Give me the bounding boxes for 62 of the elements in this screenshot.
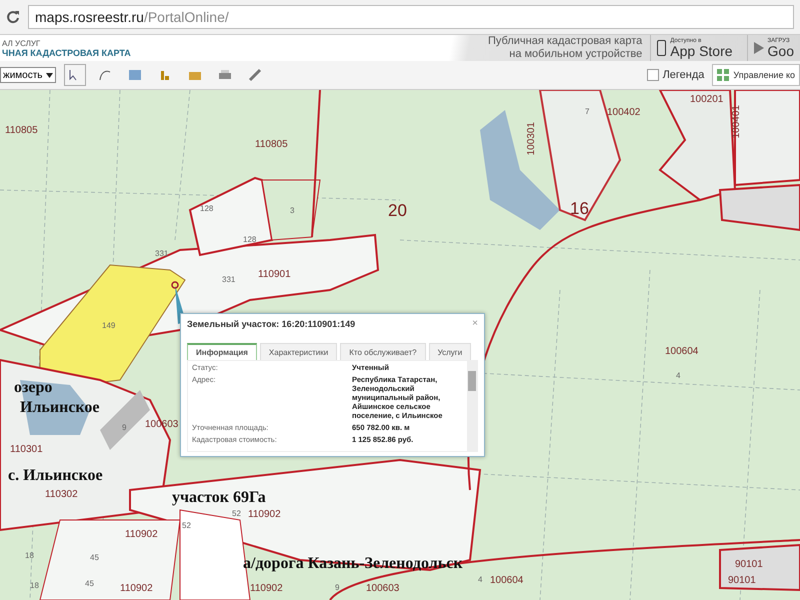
map-label: 100401 — [732, 105, 742, 138]
popup-tab[interactable]: Кто обслуживает? — [340, 343, 426, 360]
map-label: 3 — [290, 207, 294, 215]
map-label: 4 — [478, 576, 482, 584]
url-text: maps.rosreestr.ru/PortalOnline/ — [35, 9, 229, 25]
map-label: 18 — [25, 552, 34, 560]
layer-select[interactable]: жимость — [0, 67, 56, 83]
map-label: 110902 — [250, 584, 283, 594]
map-label: 110301 — [10, 445, 43, 455]
popup-tab[interactable]: Услуги — [428, 343, 472, 360]
play-icon — [754, 42, 764, 54]
phone-icon — [657, 40, 666, 56]
map-label: 16 — [570, 200, 589, 217]
map-label: 100603 — [366, 584, 400, 594]
badge-name: Goo — [768, 44, 794, 58]
map-label: 331 — [222, 276, 236, 284]
map-label: 20 — [388, 202, 407, 219]
map-label: 4 — [676, 372, 680, 380]
map-label: 100201 — [690, 95, 724, 105]
map-label: 128 — [200, 205, 214, 213]
map-label: 90101 — [728, 576, 756, 586]
map-label: 9 — [122, 424, 126, 432]
map-label: с. Ильинское — [8, 468, 103, 484]
grid-icon — [717, 69, 730, 81]
map-label: 100301 — [527, 122, 537, 156]
popup-tab[interactable]: Информация — [187, 343, 257, 360]
map-label: 90101 — [735, 560, 763, 570]
map-label: 7 — [585, 108, 590, 116]
reload-icon[interactable] — [6, 10, 20, 24]
map-label: 45 — [90, 554, 99, 562]
layer-manager-button[interactable]: Управление ко — [712, 64, 800, 86]
popup-title: Земельный участок: 16:20:110901:149 — [187, 318, 356, 328]
map-label: 128 — [243, 236, 256, 244]
map-label: 149 — [102, 322, 116, 330]
map-label: 100604 — [665, 347, 698, 357]
map-label: 100604 — [490, 576, 524, 586]
map-label: 110902 — [248, 510, 281, 520]
map-label: 52 — [182, 522, 191, 530]
map-label: 110302 — [45, 490, 78, 500]
badge-name: App Store — [670, 44, 733, 58]
portal-title: ЧНАЯ КАДАСТРОВАЯ КАРТА — [2, 48, 132, 58]
map-label: 331 — [155, 250, 168, 258]
map-label: 110901 — [258, 270, 291, 280]
map-label: 45 — [85, 580, 94, 588]
legend-checkbox[interactable]: Легенда — [646, 69, 704, 81]
map-label: 110805 — [5, 126, 38, 136]
map-label: 100402 — [607, 108, 640, 118]
caret-icon — [46, 72, 53, 78]
map-label: 110902 — [125, 530, 158, 540]
popup-tab[interactable]: Характеристики — [260, 343, 338, 360]
map-label: Ильинское — [20, 400, 100, 416]
map-label: озеро — [14, 380, 52, 396]
map-label: 110902 — [120, 584, 153, 594]
map-label: 18 — [30, 582, 39, 590]
portal-caption: АЛ УСЛУГ — [2, 38, 42, 48]
address-bar[interactable]: maps.rosreestr.ru/PortalOnline/ — [28, 5, 794, 29]
map-label: участок 69Га — [172, 490, 266, 506]
scrollbar[interactable] — [467, 361, 477, 451]
map-label: 110805 — [255, 140, 288, 150]
map-label: 52 — [232, 510, 241, 518]
mobile-promo-text: Публичная кадастровая карта на мобильном устройстве — [487, 35, 642, 61]
map-label: 9 — [335, 584, 340, 592]
